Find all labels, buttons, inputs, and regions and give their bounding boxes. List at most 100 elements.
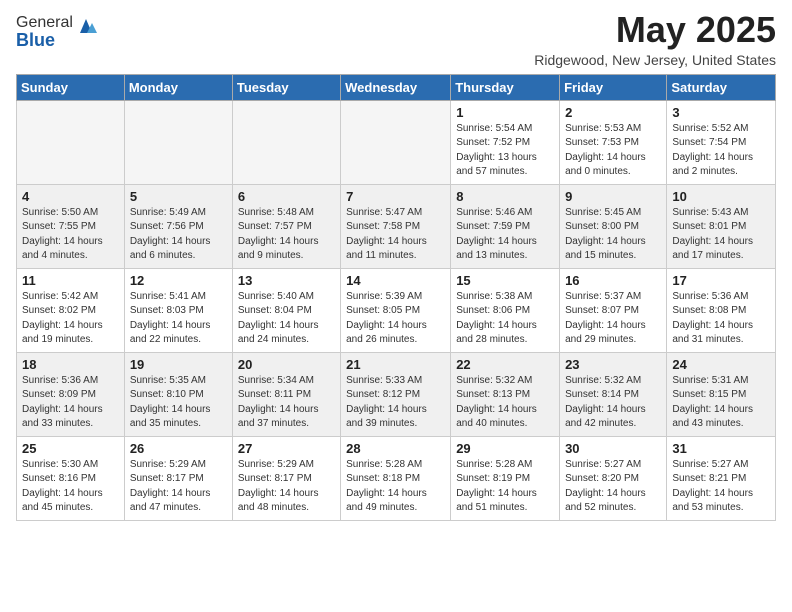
day-info: Sunrise: 5:45 AM Sunset: 8:00 PM Dayligh… [565,206,661,264]
day-info: Sunrise: 5:32 AM Sunset: 8:14 PM Dayligh… [565,374,661,432]
day-number: 16 [565,273,661,288]
day-number: 26 [130,441,227,456]
calendar-weekday-monday: Monday [124,74,232,100]
day-info: Sunrise: 5:35 AM Sunset: 8:10 PM Dayligh… [130,374,227,432]
day-info: Sunrise: 5:37 AM Sunset: 8:07 PM Dayligh… [565,290,661,348]
calendar-day-cell: 11 Sunrise: 5:42 AM Sunset: 8:02 PM Dayli… [17,268,125,352]
day-number: 11 [22,273,119,288]
logo-blue: Blue [16,30,97,51]
calendar-day-cell: 15Sunrise: 5:38 AM Sunset: 8:06 PM Dayli… [451,268,560,352]
day-number: 17 [672,273,770,288]
day-number: 12 [130,273,227,288]
day-number: 30 [565,441,661,456]
day-info: Sunrise: 5:46 AM Sunset: 7:59 PM Dayligh… [456,206,554,264]
logo: General Blue [16,14,97,51]
calendar-day-cell: 30 Sunrise: 5:27 AM Sunset: 8:20 PM Dayli… [560,436,667,520]
calendar-day-cell: 3 Sunrise: 5:52 AM Sunset: 7:54 PM Daylig… [667,100,776,184]
day-info: Sunrise: 5:36 AM Sunset: 8:08 PM Dayligh… [672,290,770,348]
calendar-weekday-friday: Friday [560,74,667,100]
day-info: Sunrise: 5:39 AM Sunset: 8:05 PM Dayligh… [346,290,445,348]
day-info: Sunrise: 5:42 AM Sunset: 8:02 PM Dayligh… [22,290,119,348]
day-info: Sunrise: 5:41 AM Sunset: 8:03 PM Dayligh… [130,290,227,348]
calendar-day-cell: 7 Sunrise: 5:47 AM Sunset: 7:58 PM Daylig… [341,184,451,268]
day-number: 7 [346,189,445,204]
day-info: Sunrise: 5:40 AM Sunset: 8:04 PM Dayligh… [238,290,335,348]
day-info: Sunrise: 5:52 AM Sunset: 7:54 PM Dayligh… [672,122,770,180]
day-info: Sunrise: 5:29 AM Sunset: 8:17 PM Dayligh… [238,458,335,516]
page: General Blue May 2025 Ridgewood, New Jer… [0,0,792,531]
calendar-header-row: SundayMondayTuesdayWednesdayThursdayFrid… [17,74,776,100]
calendar-day-cell: 8 Sunrise: 5:46 AM Sunset: 7:59 PM Daylig… [451,184,560,268]
day-number: 19 [130,357,227,372]
day-number: 6 [238,189,335,204]
calendar-day-cell: 14 Sunrise: 5:39 AM Sunset: 8:05 PM Dayli… [341,268,451,352]
day-number: 2 [565,105,661,120]
calendar-weekday-tuesday: Tuesday [232,74,340,100]
day-info: Sunrise: 5:28 AM Sunset: 8:18 PM Dayligh… [346,458,445,516]
day-info: Sunrise: 5:30 AM Sunset: 8:16 PM Dayligh… [22,458,119,516]
calendar-weekday-thursday: Thursday [451,74,560,100]
day-number: 24 [672,357,770,372]
calendar-day-cell: 29Sunrise: 5:28 AM Sunset: 8:19 PM Dayli… [451,436,560,520]
day-number: 4 [22,189,119,204]
calendar-day-cell: 17 Sunrise: 5:36 AM Sunset: 8:08 PM Dayli… [667,268,776,352]
calendar-table: SundayMondayTuesdayWednesdayThursdayFrid… [16,74,776,521]
day-number: 13 [238,273,335,288]
calendar-day-cell: 16 Sunrise: 5:37 AM Sunset: 8:07 PM Dayli… [560,268,667,352]
day-number: 20 [238,357,335,372]
day-number: 31 [672,441,770,456]
calendar-day-cell [341,100,451,184]
day-info: Sunrise: 5:33 AM Sunset: 8:12 PM Dayligh… [346,374,445,432]
logo-triangle-icon [75,15,97,33]
calendar-day-cell: 1Sunrise: 5:54 AM Sunset: 7:52 PM Daylig… [451,100,560,184]
day-number: 9 [565,189,661,204]
day-info: Sunrise: 5:47 AM Sunset: 7:58 PM Dayligh… [346,206,445,264]
day-info: Sunrise: 5:43 AM Sunset: 8:01 PM Dayligh… [672,206,770,264]
calendar-weekday-sunday: Sunday [17,74,125,100]
title-block: May 2025 Ridgewood, New Jersey, United S… [534,10,776,68]
day-number: 18 [22,357,119,372]
day-info: Sunrise: 5:53 AM Sunset: 7:53 PM Dayligh… [565,122,661,180]
day-number: 28 [346,441,445,456]
day-number: 23 [565,357,661,372]
calendar-day-cell: 10 Sunrise: 5:43 AM Sunset: 8:01 PM Dayli… [667,184,776,268]
day-number: 25 [22,441,119,456]
day-number: 5 [130,189,227,204]
calendar-day-cell: 2 Sunrise: 5:53 AM Sunset: 7:53 PM Daylig… [560,100,667,184]
calendar-day-cell: 31 Sunrise: 5:27 AM Sunset: 8:21 PM Dayli… [667,436,776,520]
day-number: 14 [346,273,445,288]
day-info: Sunrise: 5:36 AM Sunset: 8:09 PM Dayligh… [22,374,119,432]
calendar-day-cell [232,100,340,184]
calendar-week-row: 11 Sunrise: 5:42 AM Sunset: 8:02 PM Dayli… [17,268,776,352]
month-title: May 2025 [534,10,776,50]
calendar-day-cell: 20Sunrise: 5:34 AM Sunset: 8:11 PM Dayli… [232,352,340,436]
calendar-day-cell: 12 Sunrise: 5:41 AM Sunset: 8:03 PM Dayli… [124,268,232,352]
day-info: Sunrise: 5:48 AM Sunset: 7:57 PM Dayligh… [238,206,335,264]
calendar-day-cell: 28 Sunrise: 5:28 AM Sunset: 8:18 PM Dayli… [341,436,451,520]
calendar-day-cell: 24Sunrise: 5:31 AM Sunset: 8:15 PM Dayli… [667,352,776,436]
calendar-day-cell: 9 Sunrise: 5:45 AM Sunset: 8:00 PM Daylig… [560,184,667,268]
calendar-day-cell [17,100,125,184]
calendar-day-cell: 23 Sunrise: 5:32 AM Sunset: 8:14 PM Dayli… [560,352,667,436]
day-info: Sunrise: 5:32 AM Sunset: 8:13 PM Dayligh… [456,374,554,432]
calendar-day-cell: 25 Sunrise: 5:30 AM Sunset: 8:16 PM Dayli… [17,436,125,520]
day-info: Sunrise: 5:27 AM Sunset: 8:20 PM Dayligh… [565,458,661,516]
calendar-day-cell: 26Sunrise: 5:29 AM Sunset: 8:17 PM Dayli… [124,436,232,520]
calendar-weekday-saturday: Saturday [667,74,776,100]
calendar-day-cell: 13 Sunrise: 5:40 AM Sunset: 8:04 PM Dayli… [232,268,340,352]
day-number: 10 [672,189,770,204]
calendar-day-cell [124,100,232,184]
calendar-day-cell: 4 Sunrise: 5:50 AM Sunset: 7:55 PM Daylig… [17,184,125,268]
calendar-day-cell: 21Sunrise: 5:33 AM Sunset: 8:12 PM Dayli… [341,352,451,436]
location: Ridgewood, New Jersey, United States [534,52,776,68]
day-number: 27 [238,441,335,456]
calendar-day-cell: 18 Sunrise: 5:36 AM Sunset: 8:09 PM Dayli… [17,352,125,436]
day-number: 8 [456,189,554,204]
day-info: Sunrise: 5:54 AM Sunset: 7:52 PM Dayligh… [456,122,554,180]
day-info: Sunrise: 5:28 AM Sunset: 8:19 PM Dayligh… [456,458,554,516]
day-info: Sunrise: 5:27 AM Sunset: 8:21 PM Dayligh… [672,458,770,516]
day-number: 15 [456,273,554,288]
day-info: Sunrise: 5:50 AM Sunset: 7:55 PM Dayligh… [22,206,119,264]
calendar-week-row: 4 Sunrise: 5:50 AM Sunset: 7:55 PM Daylig… [17,184,776,268]
day-number: 3 [672,105,770,120]
